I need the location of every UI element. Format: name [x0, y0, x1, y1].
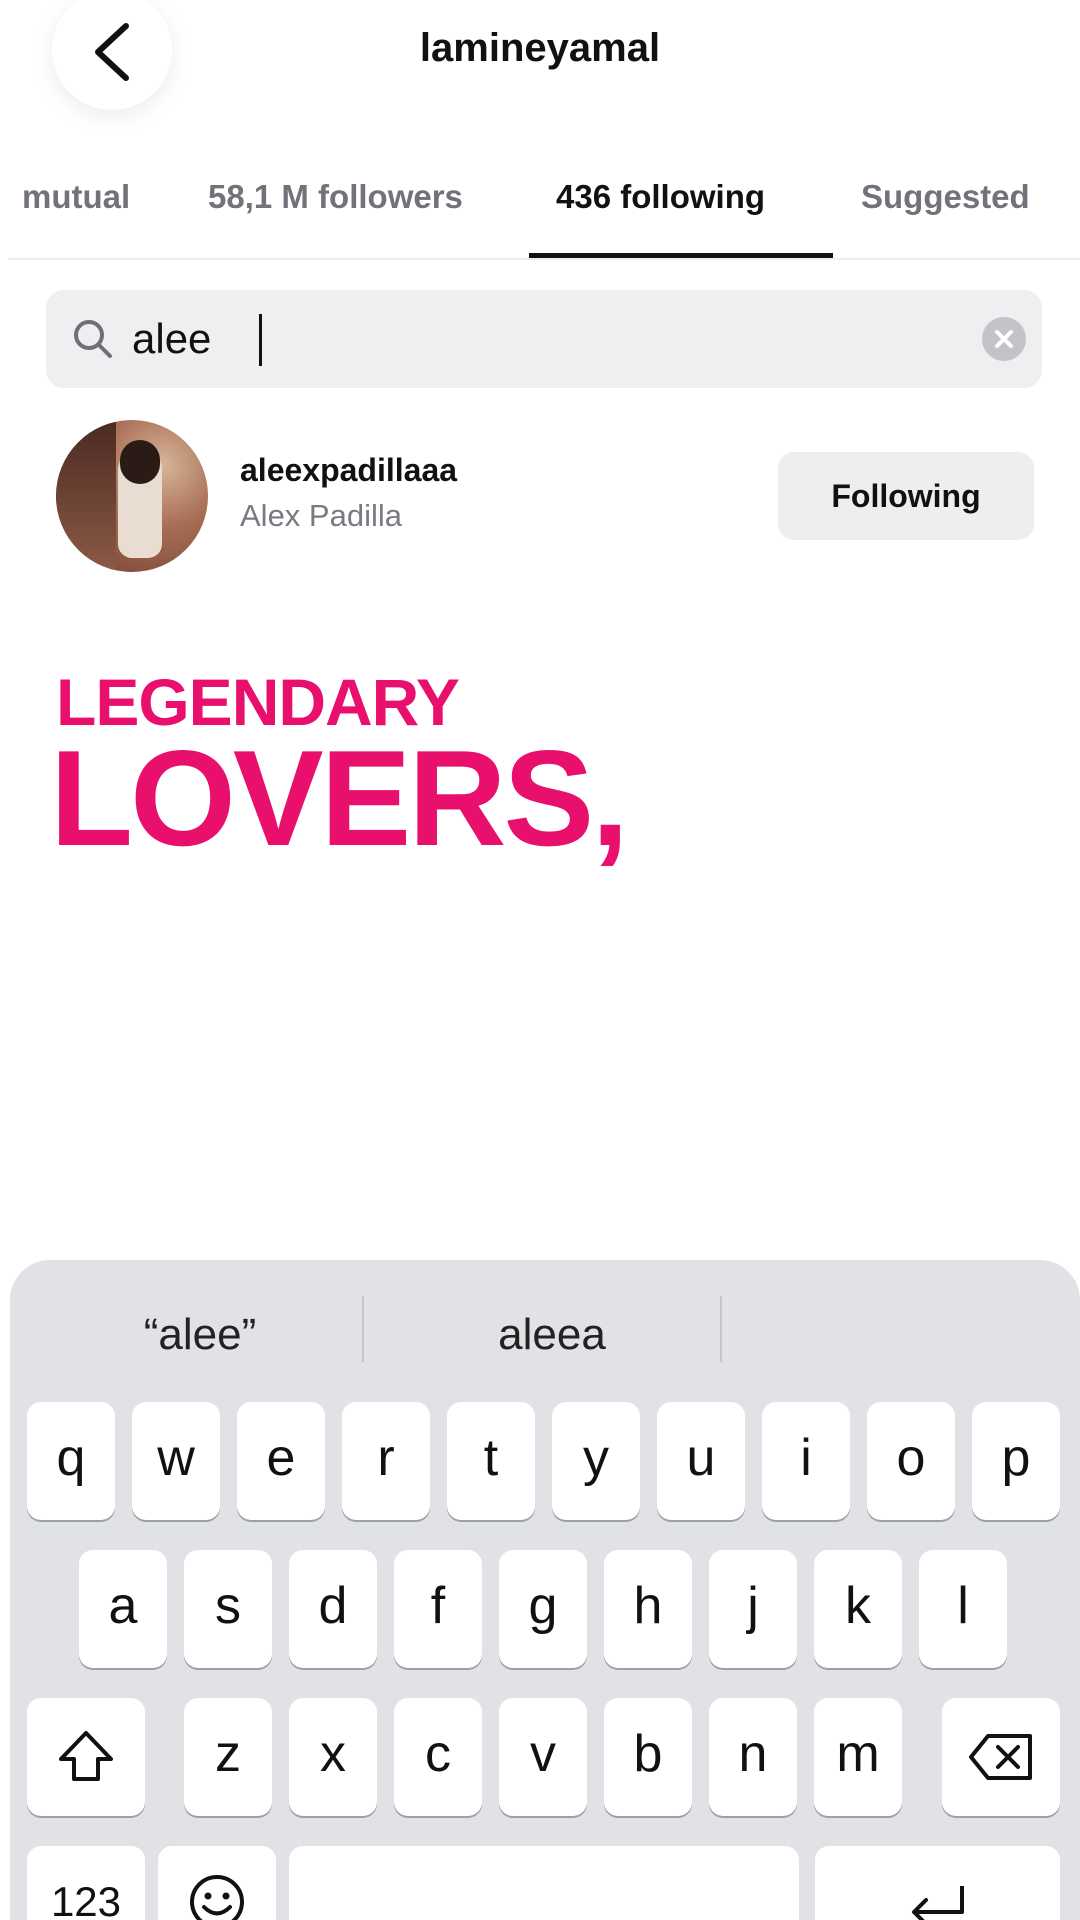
key-y[interactable]: y: [552, 1402, 640, 1520]
on-screen-keyboard: “alee” aleea q w e r t y u i o p a s d f…: [10, 1260, 1080, 1920]
suggestion-word[interactable]: aleea: [442, 1310, 662, 1360]
emoji-key[interactable]: [158, 1846, 276, 1920]
following-button[interactable]: Following: [778, 452, 1034, 540]
key-n[interactable]: n: [709, 1698, 797, 1816]
suggestion-typed[interactable]: “alee”: [100, 1310, 300, 1360]
search-input[interactable]: [132, 308, 952, 370]
suggestion-divider: [720, 1296, 722, 1362]
key-o[interactable]: o: [867, 1402, 955, 1520]
key-x[interactable]: x: [289, 1698, 377, 1816]
display-name: Alex Padilla: [240, 498, 402, 533]
search-icon: [74, 320, 112, 358]
key-d[interactable]: d: [289, 1550, 377, 1668]
key-l[interactable]: l: [919, 1550, 1007, 1668]
key-f[interactable]: f: [394, 1550, 482, 1668]
key-m[interactable]: m: [814, 1698, 902, 1816]
key-r[interactable]: r: [342, 1402, 430, 1520]
overlay-caption-line2: LOVERS,: [50, 722, 629, 874]
key-g[interactable]: g: [499, 1550, 587, 1668]
key-v[interactable]: v: [499, 1698, 587, 1816]
key-c[interactable]: c: [394, 1698, 482, 1816]
numbers-key[interactable]: 123: [27, 1846, 145, 1920]
tab-suggested[interactable]: Suggested: [861, 178, 1030, 216]
emoji-icon: [190, 1875, 244, 1920]
key-w[interactable]: w: [132, 1402, 220, 1520]
key-e[interactable]: e: [237, 1402, 325, 1520]
key-b[interactable]: b: [604, 1698, 692, 1816]
tab-mutual[interactable]: mutual: [22, 178, 130, 216]
clear-icon[interactable]: [982, 317, 1026, 361]
backspace-key[interactable]: [942, 1698, 1060, 1816]
tab-following[interactable]: 436 following: [556, 178, 765, 216]
key-k[interactable]: k: [814, 1550, 902, 1668]
key-u[interactable]: u: [657, 1402, 745, 1520]
key-a[interactable]: a: [79, 1550, 167, 1668]
key-h[interactable]: h: [604, 1550, 692, 1668]
avatar[interactable]: [56, 420, 208, 572]
page-title: lamineyamal: [419, 26, 661, 70]
active-tab-indicator: [529, 253, 833, 258]
return-key[interactable]: [815, 1846, 1060, 1920]
space-key[interactable]: [289, 1846, 799, 1920]
search-bar[interactable]: [46, 290, 1042, 388]
key-p[interactable]: p: [972, 1402, 1060, 1520]
tab-bar: mutual 58,1 M followers 436 following Su…: [8, 150, 1080, 260]
key-q[interactable]: q: [27, 1402, 115, 1520]
text-caret: [259, 314, 262, 366]
shift-icon: [59, 1731, 113, 1781]
key-s[interactable]: s: [184, 1550, 272, 1668]
username: aleexpadillaaa: [240, 452, 458, 488]
shift-key[interactable]: [27, 1698, 145, 1816]
tab-followers[interactable]: 58,1 M followers: [208, 178, 463, 216]
key-z[interactable]: z: [184, 1698, 272, 1816]
suggestion-divider: [362, 1296, 364, 1362]
key-t[interactable]: t: [447, 1402, 535, 1520]
key-j[interactable]: j: [709, 1550, 797, 1668]
list-item[interactable]: aleexpadillaaa Alex Padilla Following: [0, 412, 1080, 582]
return-icon: [911, 1886, 964, 1920]
key-i[interactable]: i: [762, 1402, 850, 1520]
backspace-icon: [969, 1734, 1032, 1780]
